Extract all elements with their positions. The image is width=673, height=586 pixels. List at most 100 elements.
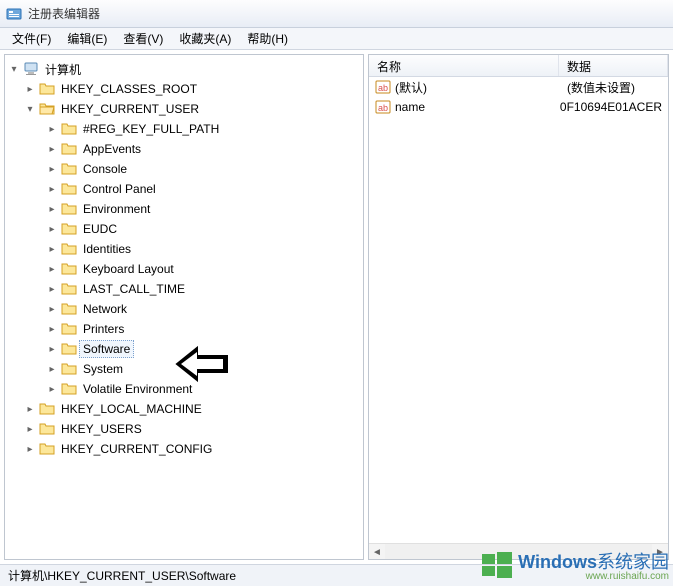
tree-item-label: #REG_KEY_FULL_PATH <box>79 120 223 138</box>
expand-icon[interactable]: ▸ <box>45 322 59 336</box>
menu-edit[interactable]: 编辑(E) <box>59 28 115 49</box>
tree-item-identities[interactable]: ▸ Identities <box>5 239 363 259</box>
tree-item-label: Control Panel <box>79 180 160 198</box>
tree-item-label: HKEY_CLASSES_ROOT <box>57 80 201 98</box>
folder-icon <box>61 141 77 157</box>
expand-icon[interactable]: ▸ <box>45 182 59 196</box>
tree-item-label: Environment <box>79 200 154 218</box>
tree-item-label: HKEY_CURRENT_CONFIG <box>57 440 216 458</box>
value-name: (默认) <box>395 79 567 96</box>
svg-text:ab: ab <box>378 103 388 113</box>
tree-item-hkey-current-config[interactable]: ▸ HKEY_CURRENT_CONFIG <box>5 439 363 459</box>
expand-icon[interactable]: ▸ <box>45 242 59 256</box>
folder-icon <box>61 341 77 357</box>
tree-item-console[interactable]: ▸ Console <box>5 159 363 179</box>
expand-icon[interactable]: ▸ <box>45 382 59 396</box>
tree-pane[interactable]: ▾ 计算机 ▸ HKEY_CLASSES_ROOT▾HKEY_CURRENT_USER… <box>4 54 364 560</box>
tree-item-label: Network <box>79 300 131 318</box>
svg-text:ab: ab <box>378 83 388 93</box>
tree-item-network[interactable]: ▸ Network <box>5 299 363 319</box>
column-data[interactable]: 数据 <box>559 55 668 76</box>
expand-icon[interactable]: ▸ <box>45 142 59 156</box>
expand-icon[interactable]: ▸ <box>45 202 59 216</box>
expand-icon[interactable]: ▸ <box>23 82 37 96</box>
expand-icon[interactable]: ▸ <box>45 222 59 236</box>
list-row[interactable]: abname0F10694E01ACER <box>369 97 668 117</box>
tree-item-label: 计算机 <box>41 59 85 80</box>
tree-item-eudc[interactable]: ▸ EUDC <box>5 219 363 239</box>
folder-icon <box>61 201 77 217</box>
folder-icon <box>39 81 55 97</box>
tree-item--[interactable]: ▾ 计算机 <box>5 59 363 79</box>
tree-item-label: Software <box>79 340 134 358</box>
tree-item-last-call-time[interactable]: ▸ LAST_CALL_TIME <box>5 279 363 299</box>
folder-icon <box>61 361 77 377</box>
folder-icon <box>39 441 55 457</box>
list-body[interactable]: ab(默认)(数值未设置)abname0F10694E01ACER <box>369 77 668 543</box>
tree-item-printers[interactable]: ▸Printers <box>5 319 363 339</box>
folder-icon <box>61 321 77 337</box>
watermark-text: Windows系统家园 www.ruishaifu.com <box>518 548 669 582</box>
folder-icon <box>61 181 77 197</box>
tree-item-hkey-current-user[interactable]: ▾HKEY_CURRENT_USER <box>5 99 363 119</box>
folder-icon <box>39 401 55 417</box>
list-header: 名称 数据 <box>369 55 668 77</box>
tree-item-appevents[interactable]: ▸ AppEvents <box>5 139 363 159</box>
expand-icon[interactable]: ▸ <box>23 422 37 436</box>
scroll-left-icon[interactable]: ◄ <box>369 544 385 560</box>
tree-item-system[interactable]: ▸System <box>5 359 363 379</box>
expand-icon[interactable]: ▸ <box>45 162 59 176</box>
value-data: 0F10694E01ACER <box>560 100 662 114</box>
value-name: name <box>395 100 560 114</box>
folder-icon <box>61 161 77 177</box>
content-area: ▾ 计算机 ▸ HKEY_CLASSES_ROOT▾HKEY_CURRENT_USER… <box>0 50 673 564</box>
watermark: Windows系统家园 www.ruishaifu.com <box>480 548 669 582</box>
tree-item-label: Identities <box>79 240 135 258</box>
expand-icon[interactable]: ▸ <box>23 442 37 456</box>
menu-favorites[interactable]: 收藏夹(A) <box>171 28 239 49</box>
tree-item-environment[interactable]: ▸ Environment <box>5 199 363 219</box>
tree-item-volatile-environment[interactable]: ▸ Volatile Environment <box>5 379 363 399</box>
tree-item-hkey-users[interactable]: ▸ HKEY_USERS <box>5 419 363 439</box>
tree-item-keyboard-layout[interactable]: ▸ Keyboard Layout <box>5 259 363 279</box>
value-data: (数值未设置) <box>567 79 662 96</box>
tree-item-hkey-classes-root[interactable]: ▸ HKEY_CLASSES_ROOT <box>5 79 363 99</box>
menubar: 文件(F) 编辑(E) 查看(V) 收藏夹(A) 帮助(H) <box>0 28 673 50</box>
expand-icon[interactable]: ▸ <box>45 362 59 376</box>
computer-icon <box>23 61 39 77</box>
folder-icon <box>61 301 77 317</box>
expand-icon[interactable]: ▸ <box>45 302 59 316</box>
tree-item-control-panel[interactable]: ▸ Control Panel <box>5 179 363 199</box>
watermark-url: www.ruishaifu.com <box>518 571 669 582</box>
menu-view[interactable]: 查看(V) <box>115 28 171 49</box>
tree-item-hkey-local-machine[interactable]: ▸HKEY_LOCAL_MACHINE <box>5 399 363 419</box>
expand-icon[interactable]: ▸ <box>45 262 59 276</box>
menu-help[interactable]: 帮助(H) <box>239 28 296 49</box>
list-row[interactable]: ab (默认)(数值未设置) <box>369 77 668 97</box>
watermark-brand-bold: Windows <box>518 552 597 572</box>
expand-icon[interactable]: ▸ <box>45 122 59 136</box>
menu-file[interactable]: 文件(F) <box>4 28 59 49</box>
expand-icon[interactable]: ▸ <box>45 342 59 356</box>
string-value-icon: ab <box>375 79 391 95</box>
expand-icon[interactable]: ▾ <box>23 102 37 116</box>
expand-icon[interactable]: ▸ <box>23 402 37 416</box>
tree-item-software[interactable]: ▸ Software <box>5 339 363 359</box>
expand-icon[interactable]: ▾ <box>7 62 21 76</box>
expand-icon[interactable]: ▸ <box>45 282 59 296</box>
string-value-icon: ab <box>375 99 391 115</box>
tree-item-label: HKEY_USERS <box>57 420 146 438</box>
folder-icon <box>61 121 77 137</box>
tree-item-label: Console <box>79 160 131 178</box>
column-name[interactable]: 名称 <box>369 55 559 76</box>
tree-item-label: Volatile Environment <box>79 380 196 398</box>
window-title: 注册表编辑器 <box>28 5 100 22</box>
tree-item--reg-key-full-path[interactable]: ▸ #REG_KEY_FULL_PATH <box>5 119 363 139</box>
tree-item-label: Keyboard Layout <box>79 260 178 278</box>
tree-item-label: LAST_CALL_TIME <box>79 280 189 298</box>
tree-item-label: AppEvents <box>79 140 145 158</box>
folder-icon <box>39 421 55 437</box>
folder-icon <box>61 261 77 277</box>
folder-icon <box>61 221 77 237</box>
tree-item-label: EUDC <box>79 220 121 238</box>
